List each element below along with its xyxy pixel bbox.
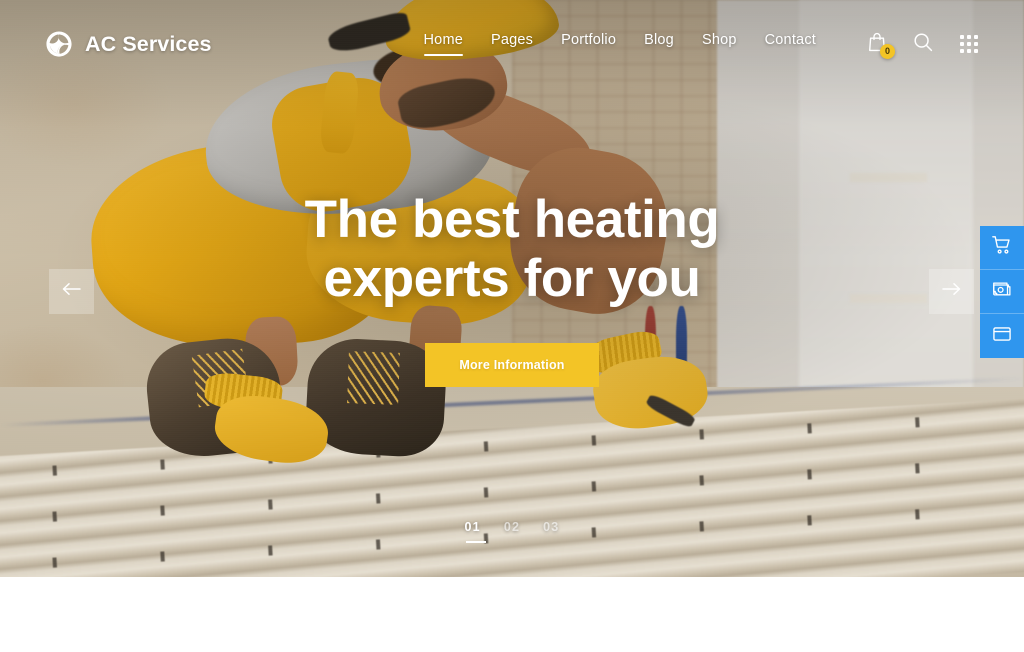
hero-content: The best heating experts for you More In… — [0, 190, 1024, 387]
side-cart-button[interactable] — [980, 226, 1024, 270]
nav-item-pages[interactable]: Pages — [491, 32, 533, 56]
cart-bag-button[interactable]: 0 — [866, 32, 895, 59]
side-window-button[interactable] — [980, 314, 1024, 358]
grid-menu-button[interactable] — [958, 33, 980, 55]
nav-item-portfolio[interactable]: Portfolio — [561, 32, 616, 56]
arrow-left-icon — [62, 282, 81, 301]
arrow-right-icon — [942, 282, 961, 301]
hero-title-line-1: The best heating — [304, 190, 720, 249]
carousel-slide-03[interactable]: 03 — [543, 520, 559, 543]
browser-window-icon — [991, 323, 1013, 350]
content-below-hero — [0, 577, 1024, 652]
side-layers-button[interactable] — [980, 270, 1024, 314]
carousel-prev-button[interactable] — [49, 269, 94, 314]
floating-side-panel — [980, 226, 1024, 358]
header-actions: 0 — [866, 32, 980, 59]
brand-name: AC Services — [85, 31, 212, 56]
site-header: AC Services Home Pages Portfolio Blog Sh… — [0, 0, 1024, 88]
search-button[interactable] — [912, 32, 934, 57]
hero-title-line-2: experts for you — [323, 249, 701, 309]
cart-count-badge: 0 — [880, 44, 895, 59]
page-title: The best heating experts for you — [162, 190, 862, 309]
nav-item-contact[interactable]: Contact — [765, 32, 816, 56]
hero-banner: The best heating experts for you More In… — [0, 0, 1024, 577]
nav-item-home[interactable]: Home — [423, 32, 464, 56]
carousel-slide-02[interactable]: 02 — [504, 520, 520, 543]
page-root: The best heating experts for you More In… — [0, 0, 1024, 652]
layers-images-icon — [991, 278, 1013, 305]
spiral-swirl-logo-icon — [44, 29, 74, 59]
more-information-button[interactable]: More Information — [425, 342, 599, 387]
search-icon — [913, 32, 933, 57]
nav-item-shop[interactable]: Shop — [702, 32, 737, 56]
grid-menu-icon — [960, 35, 978, 53]
main-navigation: Home Pages Portfolio Blog Shop Contact — [423, 32, 816, 56]
carousel-indicators: 01 02 03 — [0, 520, 1024, 543]
brand-logo[interactable]: AC Services — [44, 29, 212, 59]
nav-item-blog[interactable]: Blog — [644, 32, 674, 56]
carousel-next-button[interactable] — [929, 269, 974, 314]
carousel-slide-01[interactable]: 01 — [465, 520, 486, 543]
cart-icon — [991, 234, 1013, 261]
